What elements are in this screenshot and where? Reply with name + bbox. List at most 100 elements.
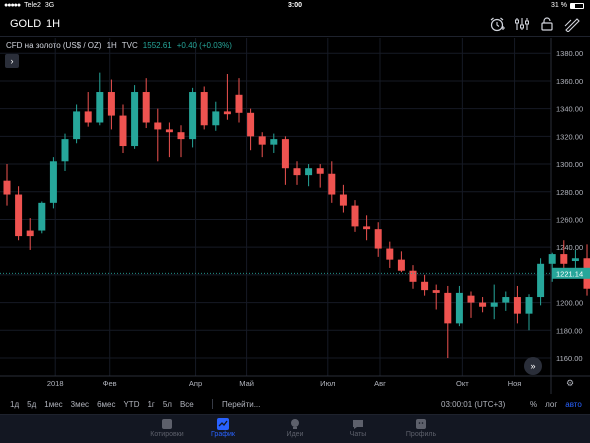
price-tick-label: 1200.00 [556, 299, 583, 308]
symbol-button[interactable]: GOLD [10, 18, 41, 30]
chart-area[interactable]: CFD на золото (US$ / OZ) 1H TVC 1552.61 … [0, 38, 590, 394]
candle-body [386, 248, 394, 260]
candle-body [270, 139, 278, 145]
goto-date-button[interactable]: Перейти... [222, 400, 260, 409]
candlestick-chart[interactable]: 1380.00 1360.00 1340.00 1320.00 1300.00 1280.… [0, 38, 590, 394]
current-price-label: 1221.14 [556, 269, 583, 278]
candle-body [560, 254, 568, 264]
candle-body [548, 254, 556, 264]
candle-body [73, 111, 81, 140]
chevron-right-icon: › [10, 56, 14, 66]
candle-body [26, 230, 34, 237]
battery-icon [570, 2, 584, 9]
candle-body [281, 139, 289, 169]
time-tick-label: Фев [103, 379, 117, 388]
tab-label: График [211, 431, 235, 438]
legend-source: TVC [121, 41, 138, 50]
candle-body [467, 295, 475, 303]
bottom-tab-bar: Котировки График Идеи Чаты Профиль [0, 414, 590, 443]
price-tick-label: 1320.00 [556, 132, 583, 141]
candle-body [38, 202, 46, 231]
candle-body [258, 136, 266, 145]
candle-body [339, 194, 347, 206]
candle-body [409, 270, 417, 282]
instrument-name: CFD на золото (US$ / OZ) [6, 41, 102, 50]
range-1[interactable]: 5д [27, 400, 36, 409]
chats-icon [353, 420, 363, 429]
candle-body [293, 168, 301, 176]
candle-body [96, 92, 104, 123]
candle-body [444, 292, 452, 324]
candle-body [212, 111, 220, 126]
tab-label: Котировки [150, 431, 184, 438]
legend-price: 1552.61 [142, 41, 172, 50]
settings-gear-icon[interactable]: ⚙ [566, 378, 574, 388]
range-8[interactable]: Все [180, 400, 194, 409]
drawing-tools-icon[interactable] [563, 16, 581, 32]
range-7[interactable]: 5л [163, 400, 172, 409]
candle-body [165, 129, 173, 133]
candle-body [15, 194, 23, 237]
divider [212, 399, 213, 409]
chart-icon [217, 418, 229, 430]
status-bar: ●●●●● Tele2 3G 3:00 31 % [0, 0, 590, 12]
time-tick-label: 2018 [47, 379, 64, 388]
candle-body [131, 92, 139, 147]
candle-body [119, 115, 127, 147]
legend-expand-button[interactable]: › [5, 54, 19, 68]
time-tick-label: Окт [456, 379, 469, 388]
candle-body [177, 132, 185, 140]
candle-body [154, 122, 162, 130]
candle-body [316, 168, 324, 174]
range-bar: 1д 5д 1мес 3мес 6мес YTD 1г 5л Все Перейти... 03… [0, 395, 590, 413]
candle-body [479, 302, 487, 307]
chart-toolbar: GOLD 1H [0, 12, 590, 37]
candle-body [571, 258, 579, 262]
tab-ideas[interactable]: Идеи [260, 418, 330, 438]
indicators-icon[interactable] [513, 16, 531, 32]
chart-legend: CFD на золото (US$ / OZ) 1H TVC 1552.61 … [6, 41, 232, 50]
price-tick-label: 1380.00 [556, 49, 583, 58]
alarm-clock-icon[interactable] [488, 16, 506, 32]
price-tick-label: 1360.00 [556, 77, 583, 86]
scroll-to-realtime-button[interactable]: » [524, 357, 542, 375]
quotes-icon [162, 419, 172, 429]
log-scale-toggle[interactable]: лог [545, 400, 557, 409]
range-3[interactable]: 3мес [71, 400, 89, 409]
candle-body [247, 112, 255, 137]
candle-body [3, 180, 11, 195]
profile-icon [416, 419, 426, 429]
price-tick-label: 1260.00 [556, 215, 583, 224]
time-tick-label: Ноя [508, 379, 522, 388]
interval-button[interactable]: 1H [46, 18, 60, 30]
candle-body [374, 229, 382, 249]
timezone-clock[interactable]: 03:00:01 (UTC+3) [441, 400, 505, 409]
candle-body [363, 226, 371, 230]
candle-body [455, 292, 463, 324]
auto-scale-toggle[interactable]: авто [565, 400, 582, 409]
candle-body [223, 111, 231, 115]
candle-body [537, 263, 545, 298]
lock-icon[interactable] [538, 16, 556, 32]
candle-body [305, 168, 313, 176]
price-tick-label: 1280.00 [556, 188, 583, 197]
range-2[interactable]: 1мес [44, 400, 62, 409]
tab-profile[interactable]: Профиль [386, 418, 456, 438]
candle-body [200, 92, 208, 126]
candle-body [421, 281, 429, 291]
tab-chats[interactable]: Чаты [323, 418, 393, 438]
candle-body [189, 92, 197, 140]
percent-scale-toggle[interactable]: % [530, 400, 537, 409]
range-5[interactable]: YTD [123, 400, 139, 409]
battery-percent: 31 % [551, 2, 567, 9]
range-6[interactable]: 1г [147, 400, 154, 409]
candle-body [61, 139, 69, 162]
range-0[interactable]: 1д [10, 400, 19, 409]
candle-body [235, 94, 243, 113]
tab-chart[interactable]: График [188, 418, 258, 438]
time-tick-label: Июл [320, 379, 335, 388]
legend-change: +0.40 (+0.03%) [176, 41, 232, 50]
range-4[interactable]: 6мес [97, 400, 115, 409]
candle-body [49, 161, 57, 203]
time-tick-label: Апр [189, 379, 202, 388]
